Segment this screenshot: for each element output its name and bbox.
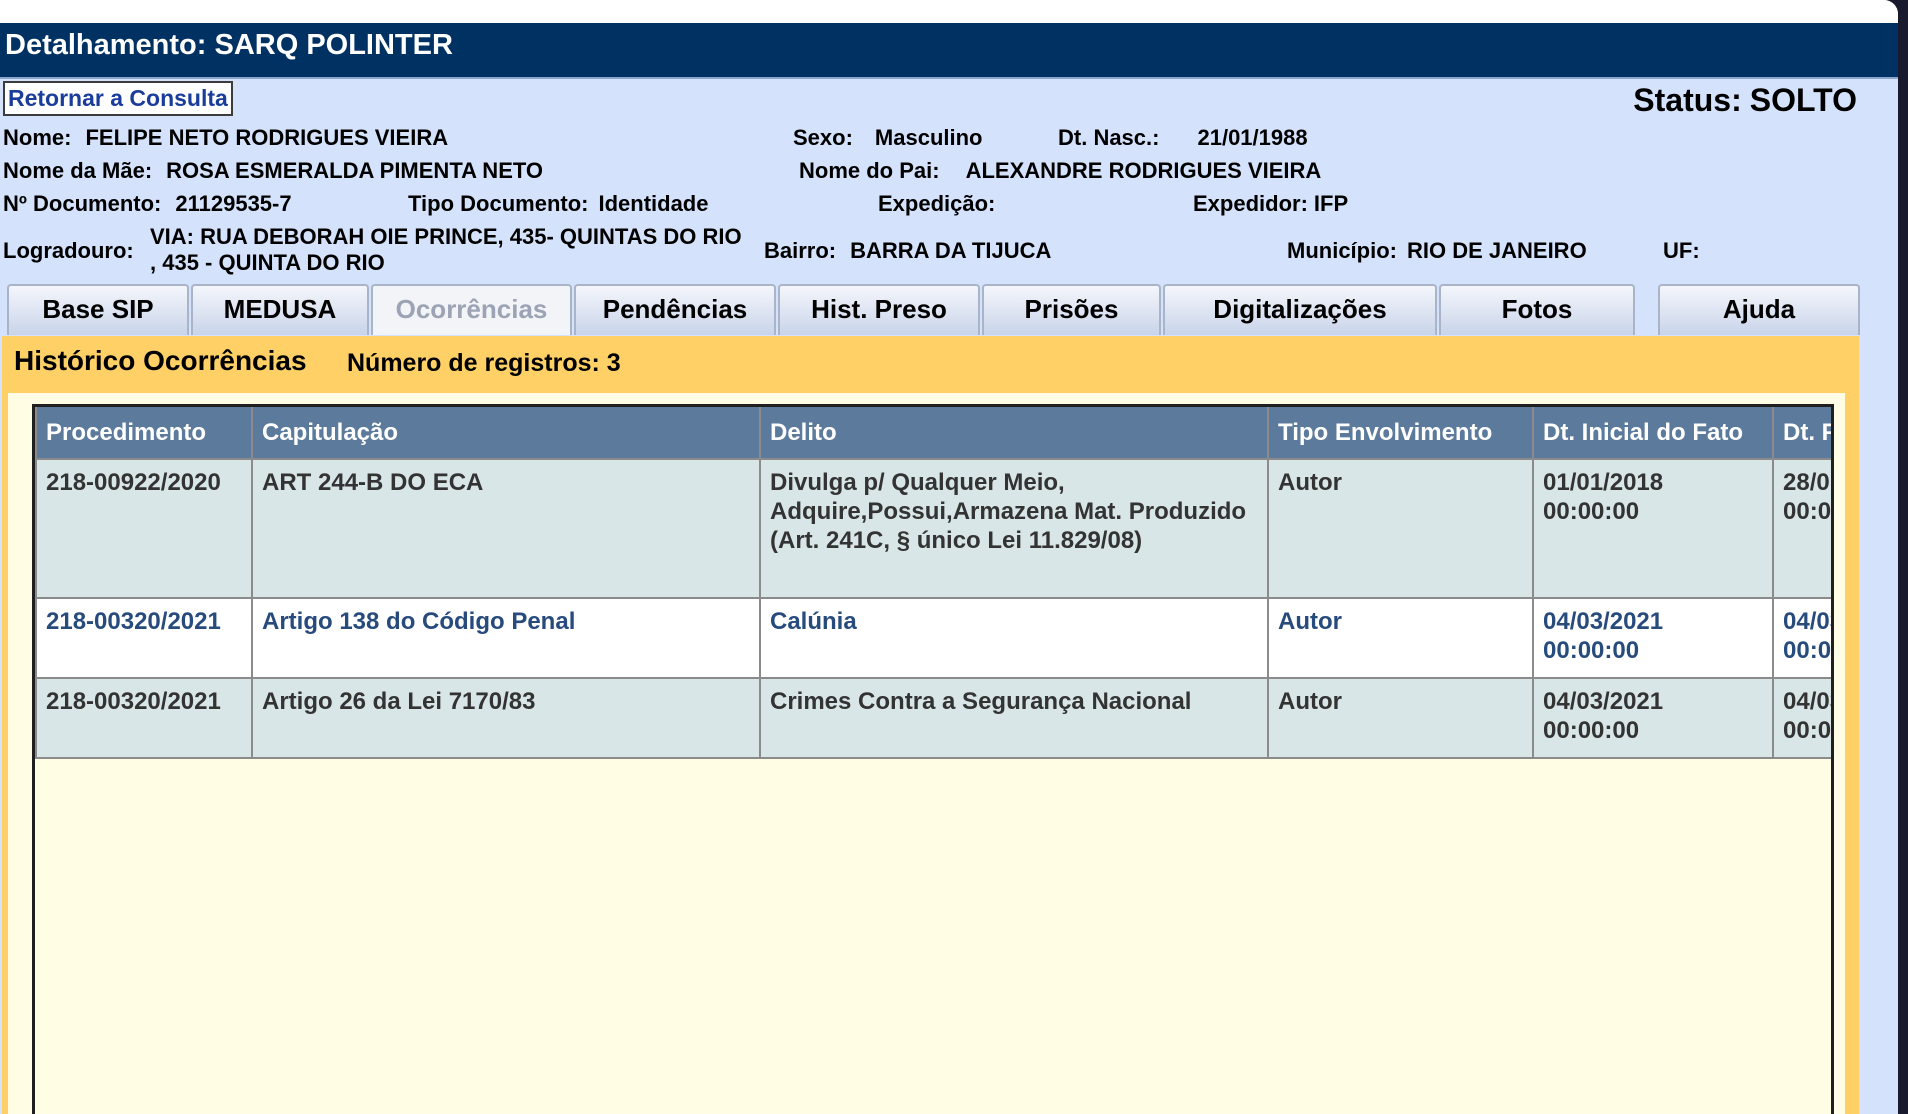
tab-hist-preso[interactable]: Hist. Preso bbox=[778, 284, 980, 335]
tab-fotos[interactable]: Fotos bbox=[1439, 284, 1635, 335]
field-documento-value: 21129535-7 bbox=[175, 191, 292, 216]
field-logradouro-label: Logradouro: bbox=[3, 238, 134, 263]
cell-capitulacao: ART 244-B DO ECA bbox=[251, 458, 761, 599]
tab-prisoes[interactable]: Prisões bbox=[982, 284, 1161, 335]
field-bairro: Bairro: BARRA DA TIJUCA bbox=[764, 238, 1051, 264]
field-expedidor: Expedidor: IFP bbox=[1193, 191, 1348, 217]
table-row[interactable]: 218-00320/2021 Artigo 138 do Código Pena… bbox=[35, 597, 1831, 679]
field-nome-mae: Nome da Mãe: ROSA ESMERALDA PIMENTA NETO bbox=[3, 158, 543, 184]
field-nome-mae-label: Nome da Mãe: bbox=[3, 158, 153, 183]
field-nome-pai-label: Nome do Pai: bbox=[799, 158, 940, 183]
field-nome-label: Nome: bbox=[3, 125, 72, 150]
field-dt-nasc: Dt. Nasc.: 21/01/1988 bbox=[1058, 125, 1308, 151]
field-dt-nasc-label: Dt. Nasc.: bbox=[1058, 125, 1160, 150]
cell-dt-inicial: 04/03/2021 00:00:00 bbox=[1532, 677, 1774, 759]
field-uf-label: UF: bbox=[1663, 238, 1700, 263]
field-nome-value: FELIPE NETO RODRIGUES VIEIRA bbox=[85, 125, 449, 150]
header-delito[interactable]: Delito bbox=[759, 407, 1269, 460]
field-expedidor-label: Expedidor: bbox=[1193, 191, 1308, 216]
tab-ajuda[interactable]: Ajuda bbox=[1658, 284, 1860, 335]
table-row[interactable]: 218-00320/2021 Artigo 26 da Lei 7170/83 … bbox=[35, 677, 1831, 759]
header-dt-final[interactable]: Dt. Final do Fato bbox=[1772, 407, 1831, 460]
field-expedicao-label: Expedição: bbox=[878, 191, 996, 216]
field-sexo-value: Masculino bbox=[874, 125, 983, 150]
return-to-search-link[interactable]: Retornar a Consulta bbox=[3, 81, 233, 116]
header-procedimento[interactable]: Procedimento bbox=[35, 407, 253, 460]
tab-digitalizacoes[interactable]: Digitalizações bbox=[1163, 284, 1437, 335]
field-nome: Nome: FELIPE NETO RODRIGUES VIEIRA bbox=[3, 125, 448, 151]
field-municipio-label: Município: bbox=[1287, 238, 1397, 263]
record-count: Número de registros: 3 bbox=[347, 349, 621, 377]
cell-dt-final: 28/01/2020 00:00:00 bbox=[1772, 458, 1831, 599]
tab-bar: Base SIP MEDUSA Ocorrências Pendências H… bbox=[7, 284, 1867, 336]
cell-dt-inicial: 04/03/2021 00:00:00 bbox=[1532, 597, 1774, 679]
header-dt-inicial[interactable]: Dt. Inicial do Fato bbox=[1532, 407, 1774, 460]
cell-tipo-envolvimento: Autor bbox=[1267, 677, 1534, 759]
cell-capitulacao: Artigo 138 do Código Penal bbox=[251, 597, 761, 679]
cell-delito: Calúnia bbox=[759, 597, 1269, 679]
cell-capitulacao: Artigo 26 da Lei 7170/83 bbox=[251, 677, 761, 759]
field-logradouro-value: VIA: RUA DEBORAH OIE PRINCE, 435- QUINTA… bbox=[150, 224, 742, 275]
field-nome-pai: Nome do Pai: ALEXANDRE RODRIGUES VIEIRA bbox=[799, 158, 1321, 184]
field-municipio: Município: RIO DE JANEIRO bbox=[1287, 238, 1587, 264]
cell-tipo-envolvimento: Autor bbox=[1267, 597, 1534, 679]
cell-dt-final: 04/03/2021 00:00:00 bbox=[1772, 677, 1831, 759]
status-badge: Status: SOLTO bbox=[1633, 80, 1857, 120]
tab-ocorrencias: Ocorrências bbox=[371, 284, 572, 335]
field-nome-pai-value: ALEXANDRE RODRIGUES VIEIRA bbox=[965, 158, 1322, 183]
status-value: SOLTO bbox=[1749, 82, 1857, 118]
occurrences-panel: Histórico Ocorrências Número de registro… bbox=[2, 336, 1859, 1114]
cell-procedimento: 218-00922/2020 bbox=[35, 458, 253, 599]
occurrences-table: Procedimento Capitulação Delito Tipo Env… bbox=[35, 407, 1831, 759]
field-expedidor-value: IFP bbox=[1313, 191, 1349, 216]
cell-dt-inicial: 01/01/2018 00:00:00 bbox=[1532, 458, 1774, 599]
tab-base-sip[interactable]: Base SIP bbox=[7, 284, 189, 335]
header-tipo-envolvimento[interactable]: Tipo Envolvimento bbox=[1267, 407, 1534, 460]
field-documento-label: Nº Documento: bbox=[3, 191, 162, 216]
app-window: Detalhamento: SARQ POLINTER Retornar a C… bbox=[0, 0, 1898, 1114]
cell-delito: Crimes Contra a Segurança Nacional bbox=[759, 677, 1269, 759]
cell-delito: Divulga p/ Qualquer Meio, Adquire,Possui… bbox=[759, 458, 1269, 599]
status-label: Status: bbox=[1633, 82, 1742, 118]
field-bairro-label: Bairro: bbox=[764, 238, 837, 263]
table-header-row: Procedimento Capitulação Delito Tipo Env… bbox=[35, 407, 1831, 460]
panel-title: Histórico Ocorrências bbox=[14, 345, 307, 376]
tab-medusa[interactable]: MEDUSA bbox=[191, 284, 369, 335]
occurrences-table-container[interactable]: Procedimento Capitulação Delito Tipo Env… bbox=[32, 404, 1834, 1114]
field-expedicao: Expedição: bbox=[878, 191, 1009, 217]
header-capitulacao[interactable]: Capitulação bbox=[251, 407, 761, 460]
field-documento: Nº Documento: 21129535-7 bbox=[3, 191, 292, 217]
cell-dt-final: 04/03/2021 00:00:00 bbox=[1772, 597, 1831, 679]
field-uf: UF: bbox=[1663, 238, 1714, 264]
page-title: Detalhamento: SARQ POLINTER bbox=[0, 23, 1898, 79]
cell-tipo-envolvimento: Autor bbox=[1267, 458, 1534, 599]
field-bairro-value: BARRA DA TIJUCA bbox=[850, 238, 1052, 263]
browser-strip bbox=[0, 0, 1898, 23]
field-nome-mae-value: ROSA ESMERALDA PIMENTA NETO bbox=[166, 158, 544, 183]
table-row[interactable]: 218-00922/2020 ART 244-B DO ECA Divulga … bbox=[35, 458, 1831, 599]
field-sexo-label: Sexo: bbox=[793, 125, 853, 150]
cell-procedimento: 218-00320/2021 bbox=[35, 677, 253, 759]
field-municipio-value: RIO DE JANEIRO bbox=[1406, 238, 1587, 263]
panel-header: Histórico Ocorrências Número de registro… bbox=[8, 336, 1845, 393]
cell-procedimento: 218-00320/2021 bbox=[35, 597, 253, 679]
field-tipo-documento-label: Tipo Documento: bbox=[408, 191, 589, 216]
tab-pendencias[interactable]: Pendências bbox=[574, 284, 776, 335]
field-tipo-documento: Tipo Documento: Identidade bbox=[408, 191, 708, 217]
field-dt-nasc-value: 21/01/1988 bbox=[1197, 125, 1308, 150]
field-tipo-documento-value: Identidade bbox=[598, 191, 709, 216]
field-sexo: Sexo: Masculino bbox=[793, 125, 983, 151]
